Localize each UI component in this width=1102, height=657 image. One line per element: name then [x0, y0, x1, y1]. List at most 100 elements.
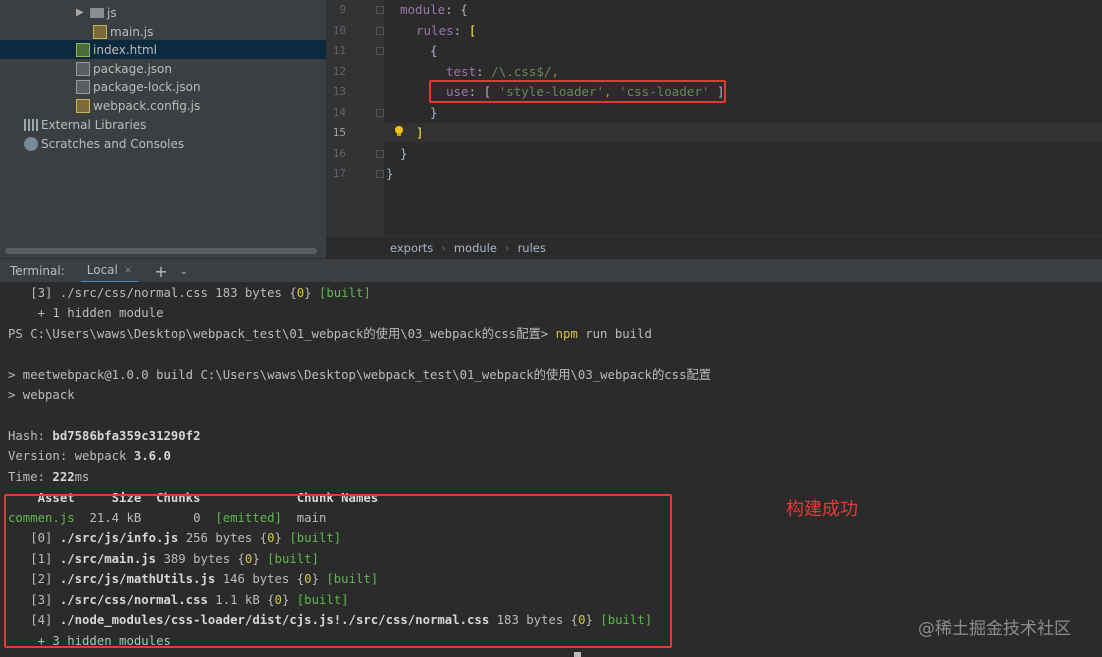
code-token: [	[468, 23, 477, 38]
fold-marker-icon[interactable]	[376, 170, 384, 178]
breadcrumb-item[interactable]: exports	[390, 241, 433, 255]
terminal-text: [3] ./src/css/normal.css 183 bytes {	[8, 286, 297, 300]
html-file-icon	[76, 42, 90, 57]
terminal-text: 222	[52, 470, 75, 484]
terminal-line: > meetwebpack@1.0.0 build C:\Users\waws\…	[8, 368, 712, 382]
code-line-15: ]	[416, 125, 424, 140]
code-line-17: }	[386, 166, 394, 181]
line-number: 17	[332, 167, 346, 180]
terminal-line: + 1 hidden module	[8, 306, 164, 320]
line-number-current: 15	[332, 126, 346, 139]
terminal-line: PS C:\Users\waws\Desktop\webpack_test\01…	[8, 324, 652, 344]
fold-marker-icon[interactable]	[376, 150, 384, 158]
code-line-10: rules: [	[416, 21, 476, 41]
breadcrumb: exports › module › rules	[326, 236, 1102, 259]
terminal-line: [3] ./src/css/normal.css 183 bytes {0} […	[8, 283, 371, 303]
code-token: :	[476, 64, 492, 79]
add-tab-button[interactable]: +	[154, 262, 167, 281]
js-file-icon	[93, 24, 107, 39]
terminal-line: Version: webpack 3.6.0	[8, 446, 171, 466]
code-token: :	[453, 23, 469, 38]
terminal-cursor	[574, 652, 581, 657]
line-number: 13	[332, 85, 346, 98]
tree-item-package-lock-json[interactable]: package-lock.json	[0, 77, 326, 96]
code-line-16: }	[400, 146, 408, 161]
chevron-down-icon[interactable]: ⌄	[180, 266, 188, 277]
tree-item-webpack-config[interactable]: webpack.config.js	[0, 96, 326, 115]
fold-marker-icon[interactable]	[376, 6, 384, 14]
tab-local[interactable]: Local ×	[80, 259, 139, 283]
code-line-12: test: /\.css$/,	[446, 62, 559, 82]
tree-item-scratches[interactable]: Scratches and Consoles	[0, 134, 326, 153]
tree-item-label: js	[107, 5, 117, 20]
terminal-text: Hash:	[8, 429, 53, 443]
library-icon	[24, 118, 38, 131]
terminal-text: run build	[577, 327, 652, 341]
code-token: /\.css$/	[491, 64, 552, 79]
line-number: 12	[332, 65, 346, 78]
json-file-icon	[76, 79, 90, 94]
js-file-icon	[76, 98, 90, 113]
terminal-text: }	[304, 286, 319, 300]
terminal-toolbar: Terminal: Local × + ⌄	[0, 258, 1102, 283]
terminal-line: > webpack	[8, 388, 75, 402]
code-editor[interactable]	[384, 0, 1102, 236]
terminal-text: Version: webpack	[8, 449, 134, 463]
breadcrumb-separator-icon: ›	[441, 241, 446, 255]
line-number: 9	[339, 3, 346, 16]
code-token: : {	[445, 2, 468, 17]
code-line-11: {	[430, 43, 438, 58]
tree-item-label: package-lock.json	[93, 79, 201, 94]
fold-marker-icon[interactable]	[376, 47, 384, 55]
terminal-text: 3.6.0	[133, 449, 171, 463]
terminal-text: Time:	[8, 470, 53, 484]
fold-marker-icon[interactable]	[376, 109, 384, 117]
watermark: @稀土掘金技术社区	[918, 619, 1071, 639]
tree-item-external-libraries[interactable]: External Libraries	[0, 115, 326, 134]
code-line-9: module: {	[400, 0, 468, 20]
annotation-build-success: 构建成功	[786, 499, 858, 520]
tree-item-label: main.js	[110, 24, 154, 39]
fold-marker-icon[interactable]	[376, 27, 384, 35]
terminal-line: Hash: bd7586bfa359c31290f2	[8, 426, 201, 446]
breadcrumb-item[interactable]: rules	[518, 241, 546, 255]
tree-item-label: index.html	[93, 42, 157, 57]
tree-item-js-folder[interactable]: ▶ js	[0, 3, 326, 22]
tree-item-package-json[interactable]: package.json	[0, 59, 326, 78]
json-file-icon	[76, 61, 90, 76]
terminal-text: PS C:\Users\waws\Desktop\webpack_test\01…	[8, 327, 556, 341]
tree-item-label: webpack.config.js	[93, 98, 201, 113]
terminal-title: Terminal:	[10, 264, 65, 278]
breadcrumb-item[interactable]: module	[454, 241, 497, 255]
terminal-text: [built]	[318, 286, 371, 300]
terminal-text: npm	[555, 327, 578, 341]
tree-item-label: package.json	[93, 61, 173, 76]
highlight-box-build-output	[4, 494, 672, 648]
terminal-line: Time: 222ms	[8, 467, 89, 487]
current-line-highlight	[384, 123, 1102, 143]
tree-item-label: Scratches and Consoles	[41, 136, 185, 151]
terminal-text: ms	[74, 470, 90, 484]
line-number: 14	[332, 106, 346, 119]
code-token: module	[400, 2, 446, 17]
close-icon[interactable]: ×	[124, 265, 132, 276]
breadcrumb-separator-icon: ›	[504, 241, 510, 255]
lightbulb-icon[interactable]	[393, 125, 405, 137]
tree-item-label: External Libraries	[41, 117, 147, 132]
tree-item-main-js[interactable]: main.js	[0, 22, 326, 41]
horizontal-scrollbar[interactable]	[5, 248, 317, 254]
tab-label: Local	[86, 263, 118, 277]
line-number: 16	[332, 147, 346, 160]
chevron-right-icon[interactable]: ▶	[76, 7, 86, 18]
code-line-14: }	[430, 105, 438, 120]
highlight-box-use-line	[429, 80, 726, 103]
line-number: 10	[332, 24, 346, 37]
line-number: 11	[332, 44, 346, 57]
terminal-text: bd7586bfa359c31290f2	[52, 429, 201, 443]
tree-item-index-html[interactable]: index.html	[0, 40, 326, 59]
scratches-icon	[24, 136, 38, 151]
folder-icon	[90, 8, 104, 18]
code-token: test	[446, 64, 477, 79]
project-tree-panel: ▶ js main.js index.html package.json pac…	[0, 0, 326, 258]
code-token: ,	[551, 64, 559, 79]
